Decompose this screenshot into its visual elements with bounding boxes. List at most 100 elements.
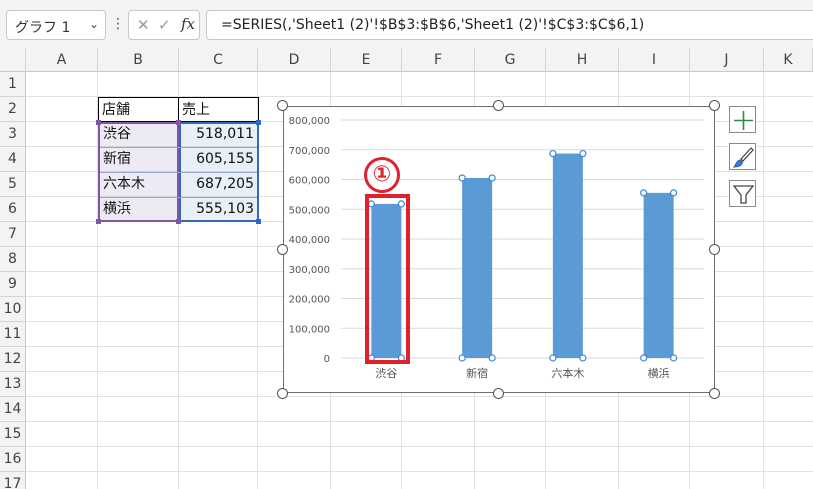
chart-resize-handle[interactable] (493, 388, 504, 399)
bar-selection-point[interactable] (579, 149, 587, 158)
column-header-b[interactable]: B (98, 48, 179, 72)
row-header-1[interactable]: 1 (0, 72, 26, 97)
row-header-13[interactable]: 13 (0, 372, 26, 397)
filter-icon (732, 185, 755, 204)
row-header-16[interactable]: 16 (0, 447, 26, 472)
chart-elements-button[interactable] (729, 106, 756, 133)
range-resize-handle[interactable] (96, 120, 101, 125)
store-cell[interactable]: 六本木 (100, 172, 178, 197)
chart-resize-handle[interactable] (277, 100, 288, 111)
formula-buttons: ✕ ✓ fx (128, 10, 200, 40)
sales-cell[interactable]: 687,205 (181, 172, 257, 197)
range-resize-handle[interactable] (256, 219, 261, 224)
row-header-11[interactable]: 11 (0, 322, 26, 347)
row-header-2[interactable]: 2 (0, 97, 26, 122)
bar-selection-point[interactable] (488, 354, 496, 362)
column-header-k[interactable]: K (764, 48, 813, 72)
column-header-g[interactable]: G (475, 48, 546, 72)
column-header-i[interactable]: I (619, 48, 690, 72)
row-header-3[interactable]: 3 (0, 122, 26, 147)
more-options-icon[interactable]: ⋮ (111, 12, 125, 36)
row-header-9[interactable]: 9 (0, 272, 26, 297)
chart-resize-handle[interactable] (709, 244, 720, 255)
bar-chart[interactable]: 0 100,000 200,000 300,000 400,000 500,000 600,… (283, 106, 715, 393)
formula-bar: グラフ 1 ⌄ ⋮ ✕ ✓ fx =SERIES(,'Sheet1 (2)'!$… (0, 0, 813, 48)
name-box[interactable]: グラフ 1 ⌄ (6, 10, 106, 40)
bar-selection-point[interactable] (640, 189, 648, 197)
row-header-6[interactable]: 6 (0, 197, 26, 222)
chart-resize-handle[interactable] (493, 100, 504, 111)
chart-resize-handle[interactable] (709, 100, 720, 111)
store-cell[interactable]: 新宿 (100, 147, 178, 172)
x-tick-label: 横浜 (648, 366, 670, 380)
grid-line (26, 446, 813, 447)
column-header-e[interactable]: E (331, 48, 402, 72)
table-header-store[interactable]: 店舗 (98, 97, 179, 122)
store-cell[interactable]: 横浜 (100, 197, 178, 222)
column-header-j[interactable]: J (690, 48, 764, 72)
sales-cell[interactable]: 518,011 (181, 122, 257, 147)
range-resize-handle[interactable] (176, 120, 181, 125)
insert-function-button[interactable]: fx (181, 15, 195, 33)
y-tick-label: 300,000 (289, 265, 330, 276)
row-header-5[interactable]: 5 (0, 172, 26, 197)
bar-selection-point[interactable] (458, 174, 466, 182)
bar-selection-point[interactable] (549, 149, 557, 158)
chart-filters-button[interactable] (729, 180, 756, 207)
row-header-12[interactable]: 12 (0, 347, 26, 372)
row-header-14[interactable]: 14 (0, 397, 26, 422)
brush-icon (732, 147, 754, 168)
column-header-f[interactable]: F (402, 48, 475, 72)
plus-icon (734, 111, 753, 130)
sales-cell[interactable]: 555,103 (181, 197, 257, 222)
chart-bar-4[interactable] (643, 192, 674, 358)
y-tick-label: 500,000 (289, 205, 330, 216)
chart-styles-button[interactable] (729, 143, 756, 170)
enter-icon[interactable]: ✓ (158, 16, 171, 34)
table-divider (100, 147, 257, 148)
bar-selection-point[interactable] (579, 354, 587, 362)
y-tick-label: 700,000 (289, 146, 330, 157)
row-header-7[interactable]: 7 (0, 222, 26, 247)
grid-line (763, 72, 764, 489)
chevron-down-icon[interactable]: ⌄ (89, 17, 99, 31)
chart-resize-handle[interactable] (277, 388, 288, 399)
row-header-10[interactable]: 10 (0, 297, 26, 322)
column-header-a[interactable]: A (26, 48, 98, 72)
range-resize-handle[interactable] (176, 219, 181, 224)
bar-selection-point[interactable] (549, 354, 557, 362)
bar-selection-point[interactable] (488, 174, 496, 182)
row-header-4[interactable]: 4 (0, 147, 26, 172)
cancel-icon[interactable]: ✕ (137, 16, 150, 34)
x-tick-label: 渋谷 (375, 367, 397, 380)
column-header-h[interactable]: H (546, 48, 619, 72)
chart-resize-handle[interactable] (709, 388, 720, 399)
bar-selection-point[interactable] (670, 189, 678, 197)
table-header-sales[interactable]: 売上 (178, 97, 259, 122)
chart-bar-2[interactable] (462, 177, 493, 358)
column-header-c[interactable]: C (179, 48, 258, 72)
annotation-number-badge: ① (364, 157, 400, 193)
y-tick-label: 400,000 (289, 235, 330, 246)
bar-selection-point[interactable] (640, 354, 648, 362)
x-tick-label: 六本木 (551, 366, 584, 380)
y-tick-label: 200,000 (289, 295, 330, 306)
row-header-8[interactable]: 8 (0, 247, 26, 272)
row-header-15[interactable]: 15 (0, 422, 26, 447)
highlight-annotation-box (365, 194, 410, 364)
chart-resize-handle[interactable] (277, 244, 288, 255)
range-resize-handle[interactable] (256, 120, 261, 125)
sales-cell[interactable]: 605,155 (181, 147, 257, 172)
bar-selection-point[interactable] (458, 354, 466, 362)
store-cell[interactable]: 渋谷 (100, 122, 178, 147)
row-header-17[interactable]: 17 (0, 472, 26, 489)
chart-bar-3[interactable] (552, 153, 583, 358)
table-divider (100, 197, 257, 198)
formula-input[interactable]: =SERIES(,'Sheet1 (2)'!$B$3:$B$6,'Sheet1 … (206, 10, 813, 40)
range-resize-handle[interactable] (96, 219, 101, 224)
bar-selection-point[interactable] (670, 354, 678, 362)
select-all-corner[interactable] (0, 48, 26, 72)
grid-line (26, 396, 813, 397)
column-header-d[interactable]: D (258, 48, 331, 72)
y-tick-label: 0 (324, 354, 330, 365)
